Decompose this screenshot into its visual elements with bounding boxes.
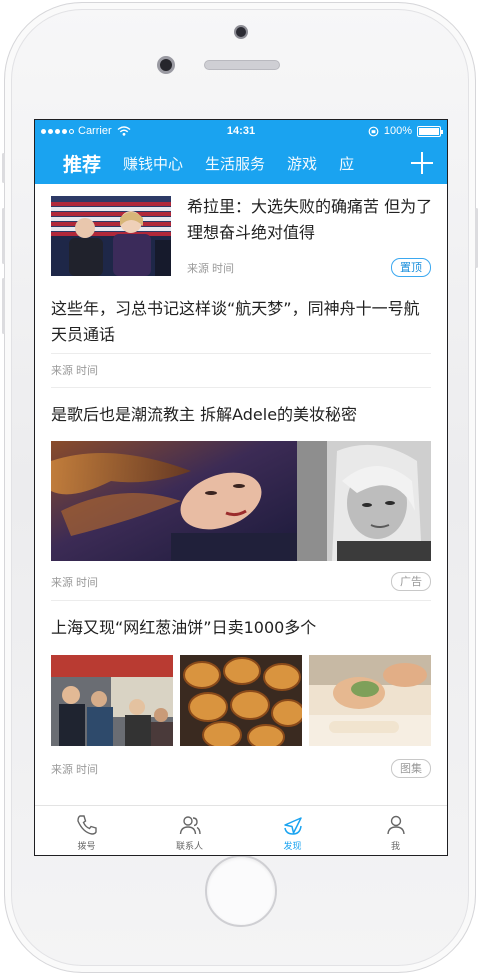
- tab-dial-label: 拨号: [77, 842, 96, 852]
- signal-strength-icon: [41, 128, 74, 134]
- phone-icon: [76, 815, 97, 835]
- tab-recommend[interactable]: 推荐: [63, 150, 101, 177]
- orientation-lock-icon: [368, 126, 379, 136]
- battery-icon: [417, 125, 443, 137]
- tab-me[interactable]: 我: [344, 806, 447, 855]
- gallery-image: [51, 655, 173, 746]
- tab-me-label: 我: [390, 842, 400, 852]
- tab-contacts-label: 联系人: [175, 842, 203, 852]
- wifi-icon: [117, 126, 131, 136]
- news-source-time: 来源 时间: [51, 577, 99, 589]
- news-feed: 希拉里：大选失败的确痛苦 但为了理想奋斗绝对值得 来源 时间 置顶 这些年，习总…: [35, 184, 447, 805]
- gallery-images: [51, 655, 431, 746]
- news-title: 是歌后也是潮流教主 拆解Adele的美妆秘密: [51, 405, 358, 424]
- discover-icon: [283, 817, 302, 835]
- volume-up-button: [2, 208, 5, 264]
- power-button: [475, 208, 478, 268]
- news-thumbnail: [51, 196, 171, 276]
- news-title: 希拉里：大选失败的确痛苦 但为了理想奋斗绝对值得: [187, 197, 433, 242]
- tab-discover[interactable]: 发现: [241, 806, 344, 855]
- mute-switch: [2, 153, 5, 183]
- status-bar: Carrier 14:31 100%: [35, 120, 447, 142]
- tab-dial[interactable]: 拨号: [35, 806, 138, 855]
- tab-games[interactable]: 游戏: [287, 153, 317, 174]
- carrier-label: Carrier: [78, 125, 112, 137]
- news-item[interactable]: 这些年，习总书记这样谈“航天梦”，同神舟十一号航天员通话 来源 时间: [51, 288, 431, 388]
- home-button[interactable]: [205, 855, 277, 927]
- tab-contacts[interactable]: 联系人: [138, 806, 241, 855]
- plus-icon[interactable]: [411, 152, 433, 174]
- news-source-time: 来源 时间: [51, 365, 99, 377]
- nav-overflow: [385, 142, 447, 184]
- tab-earn-money[interactable]: 赚钱中心: [123, 153, 183, 174]
- category-nav: 推荐 赚钱中心 生活服务 游戏 应: [35, 142, 447, 184]
- ad-item[interactable]: 是歌后也是潮流教主 拆解Adele的美妆秘密 来源 时间 广告: [51, 388, 431, 601]
- gallery-badge: 图集: [391, 759, 431, 778]
- front-camera: [157, 56, 175, 74]
- pinned-badge: 置顶: [391, 258, 431, 277]
- gallery-image: [180, 655, 302, 746]
- tab-life-services[interactable]: 生活服务: [205, 153, 265, 174]
- front-sensor: [234, 25, 248, 39]
- contacts-icon: [179, 816, 201, 835]
- gallery-image: [309, 655, 431, 746]
- bottom-tab-bar: 拨号 联系人 发现 我: [35, 805, 447, 855]
- news-title: 这些年，习总书记这样谈“航天梦”，同神舟十一号航天员通话: [51, 299, 420, 344]
- ad-badge: 广告: [391, 572, 431, 591]
- profile-icon: [386, 815, 405, 835]
- ad-banner-image: [51, 441, 431, 561]
- gallery-item[interactable]: 上海又现“网红葱油饼”日卖1000多个 来源 时间 图集: [51, 601, 431, 801]
- news-source-time: 来源 时间: [187, 263, 235, 275]
- news-title: 上海又现“网红葱油饼”日卖1000多个: [51, 618, 317, 637]
- news-source-time: 来源 时间: [51, 764, 99, 776]
- app-screen: Carrier 14:31 100% 推荐 赚钱中心 生活服务 游戏 应 希拉里…: [34, 119, 448, 856]
- earpiece-speaker: [204, 60, 280, 70]
- battery-percentage: 100%: [383, 125, 412, 137]
- tab-apps[interactable]: 应: [339, 153, 354, 174]
- tab-discover-label: 发现: [283, 842, 302, 852]
- volume-down-button: [2, 278, 5, 334]
